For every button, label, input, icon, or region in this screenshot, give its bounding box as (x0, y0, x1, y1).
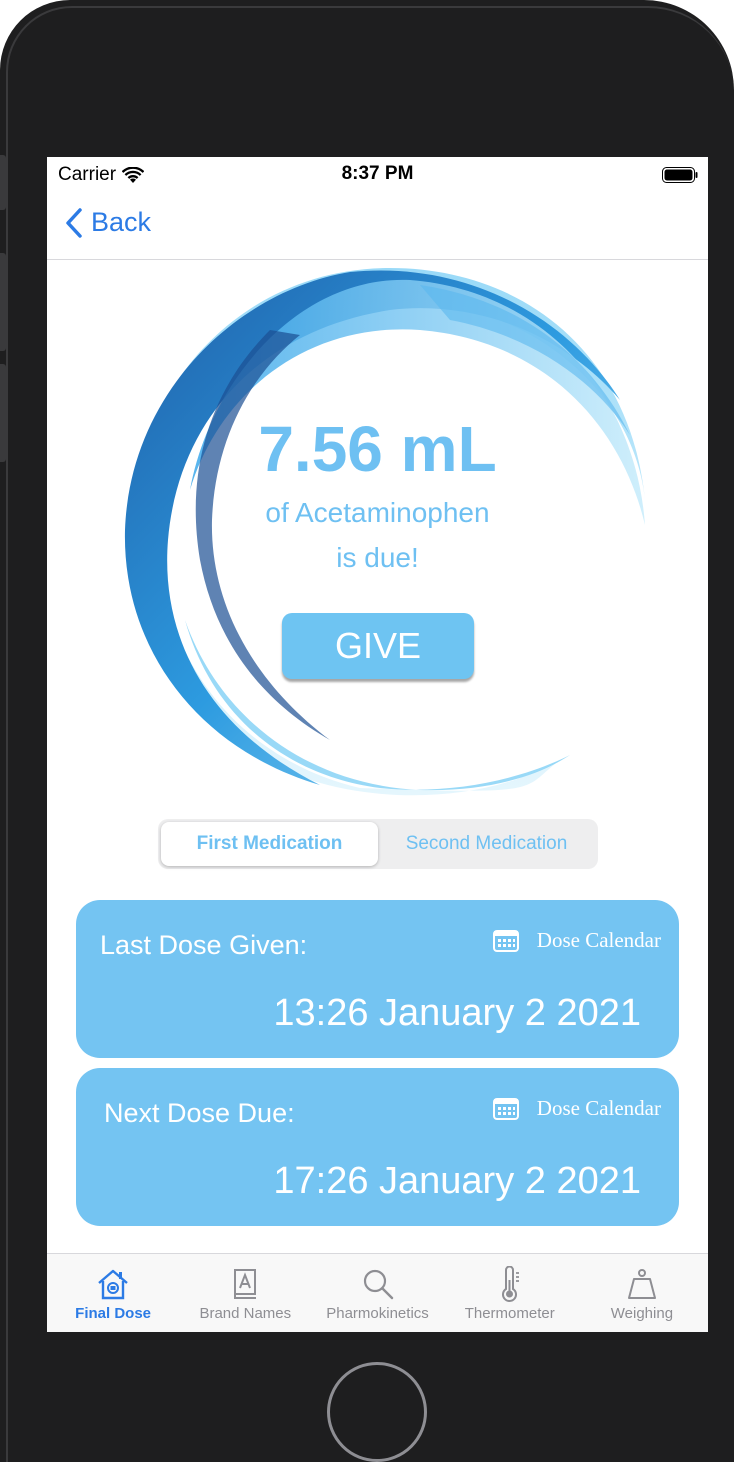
tab-label: Pharmokinetics (326, 1305, 429, 1322)
home-icon (98, 1269, 128, 1300)
back-label: Back (91, 207, 152, 237)
last-dose-calendar-label: Dose Calendar (536, 928, 661, 952)
tab-weighing[interactable]: Weighing (576, 1254, 708, 1332)
give-button[interactable]: GIVE (282, 613, 474, 679)
status-bar: Carrier 8:37 PM (47, 157, 708, 193)
scale-icon (627, 1269, 656, 1299)
thermometer-icon (501, 1266, 519, 1302)
back-button[interactable]: Back (65, 207, 151, 238)
tab-final-dose[interactable]: Final Dose (47, 1254, 179, 1332)
tab-label: Brand Names (199, 1305, 292, 1322)
status-time: 8:37 PM (341, 163, 414, 184)
dose-hero (90, 260, 665, 800)
swirl-graphic (90, 260, 665, 800)
device-frame: Carrier 8:37 PM Back 7.56 mL of Acetamin… (0, 0, 734, 1462)
next-dose-calendar-link[interactable]: Dose Calendar (492, 1096, 661, 1121)
app-screen: Carrier 8:37 PM Back 7.56 mL of Acetamin… (47, 157, 708, 1332)
tab-bar: Final Dose Brand Names Pharmokinetics Th… (47, 1253, 708, 1332)
last-dose-title: Last Dose Given: (100, 930, 308, 960)
last-dose-time: 13:26 January 2 2021 (273, 992, 641, 1034)
tab-thermometer[interactable]: Thermometer (444, 1254, 576, 1332)
due-line: is due! (336, 542, 419, 573)
next-dose-title: Next Dose Due: (104, 1098, 295, 1128)
book-icon (234, 1269, 257, 1299)
mute-switch (0, 155, 6, 210)
segment-first-medication[interactable]: First Medication (161, 822, 378, 866)
navigation-bar: Back (47, 193, 708, 260)
calendar-icon (492, 1097, 519, 1120)
dose-amount: 7.56 mL (258, 413, 497, 485)
tab-label: Weighing (610, 1305, 674, 1322)
next-dose-time: 17:26 January 2 2021 (273, 1160, 641, 1202)
volume-down-button (0, 364, 6, 462)
search-icon (363, 1269, 393, 1300)
volume-up-button (0, 253, 6, 351)
medication-segmented-control: First Medication Second Medication (158, 819, 598, 869)
tab-label: Thermometer (464, 1305, 555, 1322)
battery-icon (662, 167, 698, 183)
tab-pharmokinetics[interactable]: Pharmokinetics (311, 1254, 443, 1332)
segment-second-medication[interactable]: Second Medication (378, 822, 595, 866)
next-dose-calendar-label: Dose Calendar (536, 1096, 661, 1120)
last-dose-calendar-link[interactable]: Dose Calendar (492, 928, 661, 953)
medication-line: of Acetaminophen (265, 497, 490, 528)
home-button[interactable] (327, 1362, 427, 1462)
last-dose-card: Last Dose Given: Dose Calendar 13:26 Jan… (76, 900, 679, 1058)
chevron-left-icon (66, 207, 82, 238)
calendar-icon (492, 929, 519, 952)
tab-brand-names[interactable]: Brand Names (179, 1254, 311, 1332)
tab-label: Final Dose (75, 1305, 152, 1322)
next-dose-card: Next Dose Due: Dose Calendar 17:26 Janua… (76, 1068, 679, 1226)
